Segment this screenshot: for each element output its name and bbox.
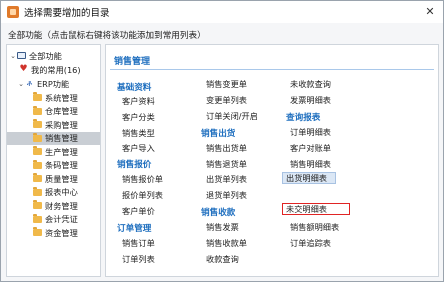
menu-item[interactable]: 报价单列表 xyxy=(122,189,163,201)
function-content-panel: 销售管理 基础资料 客户资料 客户分类 销售类型 客户导入 销售报价 销售报价单… xyxy=(105,44,439,277)
hierarchy-icon: ቶ xyxy=(26,79,33,88)
menu-item[interactable]: 销售明细表 xyxy=(290,158,331,170)
section-ship-title: 销售出货 xyxy=(201,129,236,139)
section-query-title: 查询报表 xyxy=(286,113,321,123)
tree-item-module[interactable]: 仓库管理 xyxy=(33,105,99,118)
folder-icon xyxy=(33,132,42,142)
hint-text: 全部功能（点击鼠标右键将该功能添加到常用列表） xyxy=(8,31,206,41)
menu-item[interactable]: 销售报价单 xyxy=(122,173,163,185)
tree-item-label: 我的常用(16) xyxy=(31,64,81,75)
tree-item-module[interactable]: 报表中心 xyxy=(33,186,99,199)
menu-item[interactable]: 销售变更单 xyxy=(206,78,247,90)
title-bar: 选择需要增加的目录 ✕ xyxy=(1,1,443,23)
function-tree: ⌄ 全部功能 ♥ 我的常用(16) ⌄ ቶ ERP功能 系统管理 仓库管理 采购… xyxy=(6,44,101,277)
menu-item[interactable]: 销售退货单 xyxy=(206,158,247,170)
folder-icon xyxy=(33,227,42,236)
close-icon[interactable]: ✕ xyxy=(423,5,437,19)
menu-item[interactable]: 销售额明细表 xyxy=(290,221,339,233)
tree-item-label: 采购管理 xyxy=(45,119,78,130)
tree-item-module[interactable]: 财务管理 xyxy=(33,199,99,212)
menu-item[interactable]: 客户分类 xyxy=(122,111,155,123)
menu-item[interactable]: 订单列表 xyxy=(122,253,155,265)
menu-item-hovered[interactable]: 出货明细表 xyxy=(282,172,336,184)
tree-item-module-selected[interactable]: 销售管理 xyxy=(7,131,100,145)
tree-item-module[interactable]: 会计凭证 xyxy=(33,213,99,226)
menu-item[interactable]: 变更单列表 xyxy=(206,94,247,106)
menu-item[interactable]: 订单追踪表 xyxy=(290,237,331,249)
menu-item[interactable]: 客户单价 xyxy=(122,205,155,217)
folder-icon xyxy=(33,105,42,115)
tree-item-module[interactable]: 系统管理 xyxy=(33,91,99,104)
menu-item[interactable]: 收款查询 xyxy=(206,253,239,265)
menu-item[interactable]: 销售收款单 xyxy=(206,237,247,249)
menu-item[interactable]: 出货单列表 xyxy=(206,173,247,185)
tree-item-label: 会计凭证 xyxy=(45,214,78,224)
tree-item-label: 系统管理 xyxy=(45,92,78,103)
menu-item[interactable]: 订单关闭/开启 xyxy=(206,110,258,122)
tree-item-favorites[interactable]: ♥ 我的常用(16) xyxy=(19,63,81,76)
menu-item[interactable]: 订单明细表 xyxy=(290,126,331,138)
folder-icon xyxy=(33,213,42,223)
folder-icon xyxy=(33,200,42,209)
menu-item[interactable]: 客户资料 xyxy=(122,95,155,107)
tree-root-label: 全部功能 xyxy=(29,50,62,61)
menu-item[interactable]: 退货单列表 xyxy=(206,189,247,201)
tree-item-label: 生产管理 xyxy=(45,146,78,157)
section-order-title: 订单管理 xyxy=(117,224,152,234)
collapse-icon[interactable]: ⌄ xyxy=(17,80,25,88)
section-receipt-title: 销售收款 xyxy=(201,208,236,218)
panel-title: 销售管理 xyxy=(114,57,151,67)
folder-icon xyxy=(33,173,42,182)
menu-item[interactable]: 销售订单 xyxy=(122,237,155,249)
tree-root[interactable]: ⌄ 全部功能 xyxy=(9,49,62,62)
dialog-window: 选择需要增加的目录 ✕ 全部功能（点击鼠标右键将该功能添加到常用列表） ⌄ 全部… xyxy=(0,0,444,282)
title-divider xyxy=(110,69,434,70)
section-basic-title: 基础资料 xyxy=(117,83,152,93)
tree-item-erp[interactable]: ⌄ ቶ ERP功能 xyxy=(17,77,69,90)
tree-item-label: 报表中心 xyxy=(45,187,78,197)
menu-item[interactable]: 发票明细表 xyxy=(290,94,331,106)
tree-item-label: 条码管理 xyxy=(45,160,78,170)
tree-item-module[interactable]: 生产管理 xyxy=(33,145,99,158)
folder-icon xyxy=(33,119,42,128)
menu-item[interactable]: 销售发票 xyxy=(206,221,239,233)
tree-item-module[interactable]: 采购管理 xyxy=(33,118,99,131)
tree-item-module[interactable]: 条码管理 xyxy=(33,159,99,172)
folder-icon xyxy=(33,159,42,169)
menu-item-highlighted[interactable]: 未交明细表 xyxy=(282,203,350,215)
menu-item[interactable]: 客户导入 xyxy=(122,142,155,154)
menu-item[interactable]: 客户对账单 xyxy=(290,142,331,154)
monitor-icon xyxy=(17,52,26,59)
tree-item-label: 资金管理 xyxy=(45,227,78,238)
tree-item-label: 仓库管理 xyxy=(45,106,78,116)
tree-item-module[interactable]: 质量管理 xyxy=(33,172,99,185)
menu-item[interactable]: 未收款查询 xyxy=(290,78,331,90)
section-quote-title: 销售报价 xyxy=(117,160,152,170)
menu-item[interactable]: 销售类型 xyxy=(122,127,155,139)
tree-item-label: ERP功能 xyxy=(37,78,70,89)
app-icon xyxy=(7,6,19,18)
tree-item-label: 销售管理 xyxy=(45,133,78,143)
heart-icon: ♥ xyxy=(19,64,28,74)
folder-icon xyxy=(33,146,42,155)
menu-item[interactable]: 销售出货单 xyxy=(206,142,247,154)
folder-icon xyxy=(33,186,42,196)
tree-item-module[interactable]: 资金管理 xyxy=(33,226,99,239)
tree-item-label: 财务管理 xyxy=(45,200,78,211)
tree-item-label: 质量管理 xyxy=(45,173,78,184)
folder-icon xyxy=(33,92,42,101)
window-title: 选择需要增加的目录 xyxy=(24,8,110,19)
collapse-icon[interactable]: ⌄ xyxy=(9,52,17,60)
